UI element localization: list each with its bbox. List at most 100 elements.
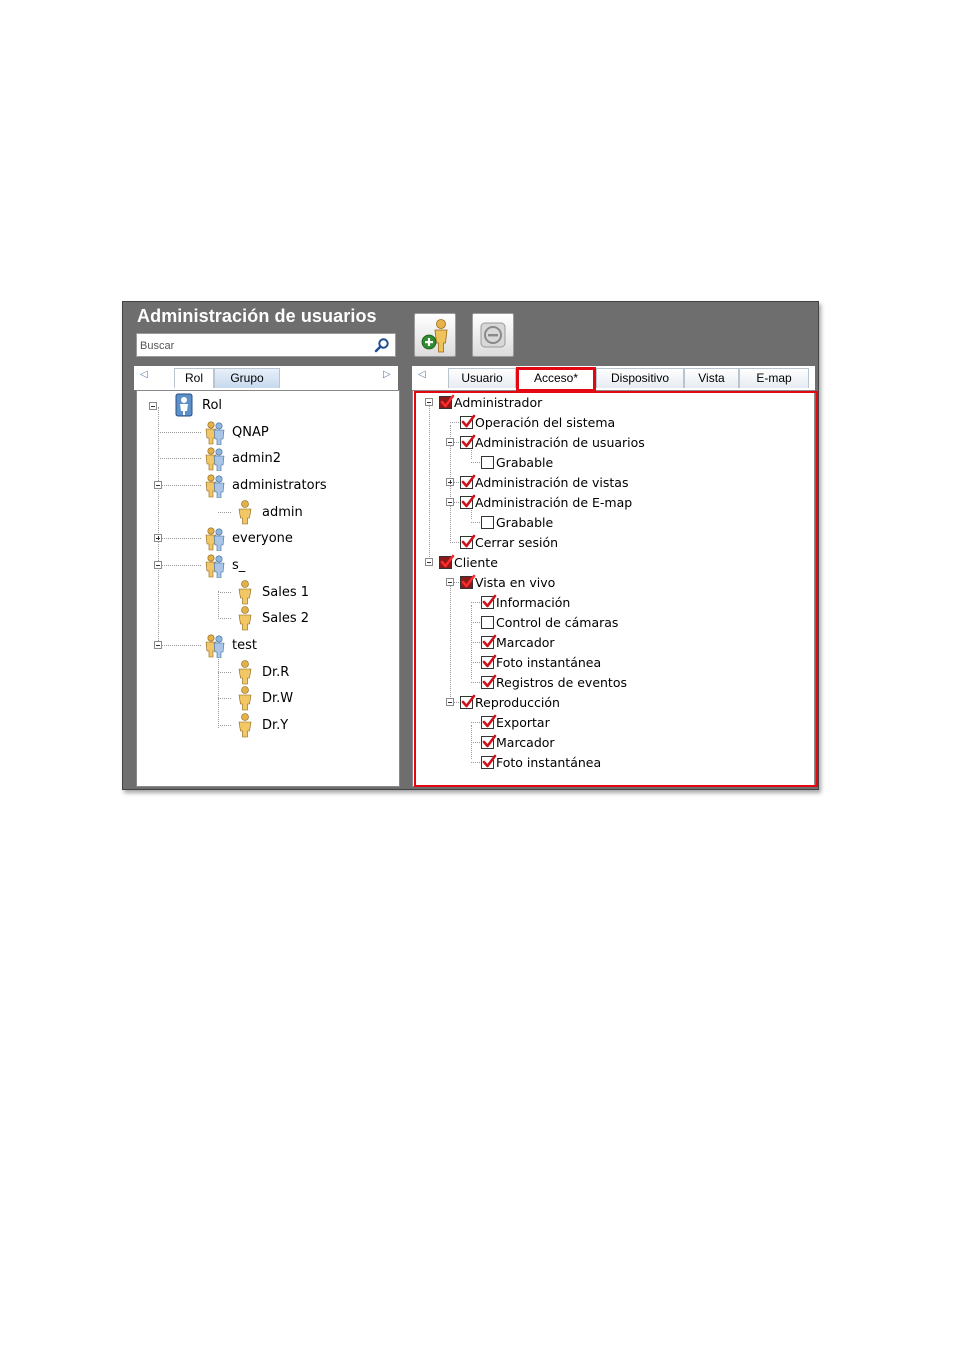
tab-scroll-left-icon[interactable]: ◁ xyxy=(418,369,426,380)
permission-item[interactable]: Grabable xyxy=(481,513,553,531)
tree-item[interactable]: Dr.R xyxy=(233,659,289,685)
left-tab-strip: ◁ Rol Grupo ▷ xyxy=(134,366,398,390)
tree-item[interactable]: Dr.W xyxy=(233,685,293,711)
tree-item-root[interactable]: Rol xyxy=(173,392,222,418)
permission-label: Reproducción xyxy=(475,694,560,710)
tab-rol[interactable]: Rol xyxy=(174,368,214,388)
role-group-icon xyxy=(205,447,225,471)
user-icon xyxy=(238,500,252,525)
permission-item[interactable]: Administrador xyxy=(439,393,542,411)
permission-checkbox[interactable] xyxy=(460,694,476,709)
collapse-icon[interactable] xyxy=(154,561,162,569)
permission-checkbox[interactable] xyxy=(481,455,494,469)
permission-checkbox[interactable] xyxy=(481,734,497,749)
tree-item[interactable]: everyone xyxy=(203,525,293,551)
tree-item[interactable]: Sales 2 xyxy=(233,605,309,631)
tree-line xyxy=(471,642,480,643)
collapse-icon[interactable] xyxy=(154,641,162,649)
add-user-button[interactable] xyxy=(414,313,456,357)
tree-item[interactable]: admin2 xyxy=(203,445,281,471)
permission-item[interactable]: Cliente xyxy=(439,553,498,571)
collapse-icon[interactable] xyxy=(446,578,454,586)
permission-item[interactable]: Foto instantánea xyxy=(481,653,601,671)
tab-emap[interactable]: E-map xyxy=(739,368,809,388)
permission-item[interactable]: Administración de usuarios xyxy=(460,433,645,451)
tab-acceso[interactable]: Acceso* xyxy=(516,368,596,388)
permission-item[interactable]: Foto instantánea xyxy=(481,753,601,771)
permission-item[interactable]: Marcador xyxy=(481,733,555,751)
user-icon xyxy=(238,606,252,631)
tree-item-label: s_ xyxy=(232,557,246,573)
tree-item[interactable]: s_ xyxy=(203,552,245,578)
role-group-icon xyxy=(205,554,225,578)
tree-item-label: everyone xyxy=(232,530,293,546)
role-root-icon xyxy=(175,393,193,417)
collapse-icon[interactable] xyxy=(425,398,433,406)
permission-item[interactable]: Reproducción xyxy=(460,693,560,711)
permission-checkbox[interactable] xyxy=(460,414,476,429)
permission-checkbox[interactable] xyxy=(460,474,476,489)
tree-line xyxy=(158,645,201,646)
tree-line xyxy=(471,742,480,743)
permission-checkbox[interactable] xyxy=(481,754,497,769)
permission-label: Registros de eventos xyxy=(496,674,627,690)
tree-item-label: QNAP xyxy=(232,424,269,440)
tab-scroll-right-icon[interactable]: ▷ xyxy=(383,369,391,380)
permission-item[interactable]: Marcador xyxy=(481,633,555,651)
permission-label: Administración de vistas xyxy=(475,474,629,490)
permission-checkbox[interactable] xyxy=(439,554,455,569)
role-group-icon xyxy=(205,421,225,445)
tree-item[interactable]: Sales 1 xyxy=(233,579,309,605)
collapse-icon[interactable] xyxy=(446,498,454,506)
permission-item[interactable]: Control de cámaras xyxy=(481,613,618,631)
permission-checkbox[interactable] xyxy=(460,534,476,549)
permission-item[interactable]: Registros de eventos xyxy=(481,673,627,691)
expand-icon[interactable] xyxy=(154,534,162,542)
permission-checkbox[interactable] xyxy=(481,674,497,689)
tree-line xyxy=(450,422,459,423)
permission-checkbox[interactable] xyxy=(439,394,455,409)
permission-label: Vista en vivo xyxy=(475,574,556,590)
tree-line xyxy=(471,722,480,723)
tree-item[interactable]: admin xyxy=(233,499,303,525)
tab-scroll-left-icon[interactable]: ◁ xyxy=(140,369,148,380)
permission-item[interactable]: Operación del sistema xyxy=(460,413,615,431)
permission-checkbox[interactable] xyxy=(460,494,476,509)
collapse-icon[interactable] xyxy=(149,402,157,410)
tab-vista[interactable]: Vista xyxy=(684,368,739,388)
search-icon[interactable] xyxy=(374,337,390,353)
permission-label: Información xyxy=(496,594,571,610)
permission-checkbox[interactable] xyxy=(460,574,476,589)
permission-item[interactable]: Administración de vistas xyxy=(460,473,628,491)
collapse-icon[interactable] xyxy=(446,698,454,706)
remove-user-button[interactable] xyxy=(472,313,514,357)
expand-icon[interactable] xyxy=(446,478,454,486)
tree-item[interactable]: Dr.Y xyxy=(233,712,288,738)
permission-checkbox[interactable] xyxy=(481,654,497,669)
collapse-icon[interactable] xyxy=(446,438,454,446)
tree-item[interactable]: QNAP xyxy=(203,419,269,445)
collapse-icon[interactable] xyxy=(425,558,433,566)
permission-checkbox[interactable] xyxy=(481,714,497,729)
permission-checkbox[interactable] xyxy=(481,615,494,629)
permission-item[interactable]: Exportar xyxy=(481,713,550,731)
permission-checkbox[interactable] xyxy=(460,434,476,449)
tab-usuario[interactable]: Usuario xyxy=(448,368,516,388)
collapse-icon[interactable] xyxy=(154,481,162,489)
permission-item[interactable]: Cerrar sesión xyxy=(460,533,558,551)
user-icon xyxy=(238,580,252,605)
tab-grupo[interactable]: Grupo xyxy=(214,368,280,388)
permission-checkbox[interactable] xyxy=(481,634,497,649)
permission-checkbox[interactable] xyxy=(481,594,497,609)
search-input[interactable] xyxy=(140,336,370,356)
tab-dispositivo[interactable]: Dispositivo xyxy=(596,368,684,388)
permission-checkbox[interactable] xyxy=(481,515,494,529)
permission-item[interactable]: Grabable xyxy=(481,453,553,471)
permission-item[interactable]: Información xyxy=(481,593,570,611)
permission-label: Foto instantánea xyxy=(496,654,602,670)
permission-item[interactable]: Vista en vivo xyxy=(460,573,555,591)
tree-item[interactable]: test xyxy=(203,632,257,658)
permission-item[interactable]: Administración de E-map xyxy=(460,493,632,511)
permission-label: Marcador xyxy=(496,634,555,650)
tree-item[interactable]: administrators xyxy=(203,472,327,498)
